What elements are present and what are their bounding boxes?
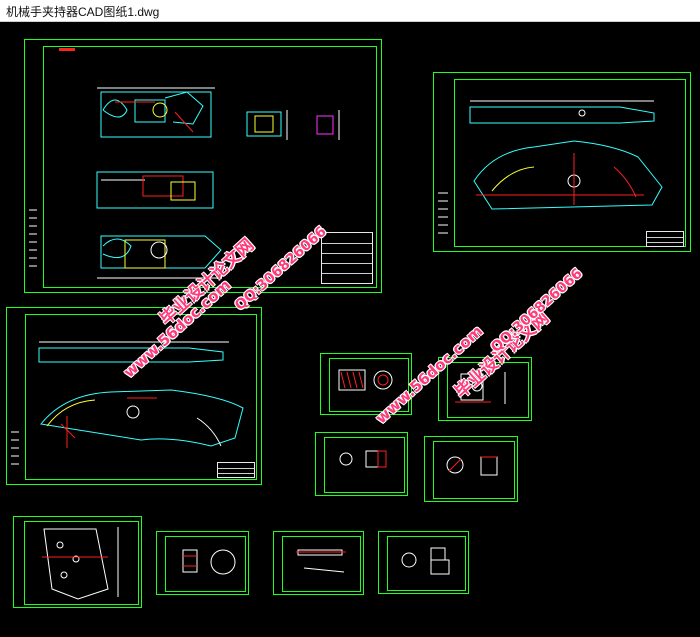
sheet-6-drawing xyxy=(339,450,387,468)
sheet-6-ring[interactable] xyxy=(315,432,408,496)
window-title: 机械手夹持器CAD图纸1.dwg xyxy=(6,5,160,19)
title-bar: 机械手夹持器CAD图纸1.dwg xyxy=(0,0,700,22)
sheet-1-assembly[interactable] xyxy=(24,39,382,293)
sheet-10-drawing xyxy=(296,549,346,573)
sheet-11-bushing[interactable] xyxy=(378,531,469,594)
sheet-11-drawing xyxy=(401,547,450,575)
sheet-8-drawing xyxy=(42,527,119,600)
sheet-9-disc[interactable] xyxy=(156,531,249,595)
watermark-qq-right: QQ:306826066 xyxy=(488,265,586,356)
sheet-7-ring-cut[interactable] xyxy=(424,436,518,502)
sheet-8-plate[interactable] xyxy=(13,516,142,608)
sheet-2-finger[interactable] xyxy=(433,72,691,252)
sheet-9-drawing xyxy=(182,549,236,575)
sheet-3-lever[interactable] xyxy=(6,307,262,485)
drawing-canvas[interactable]: www.56doc.com 毕业设计论文网 QQ:306826066 www.5… xyxy=(0,22,700,637)
sheet-7-drawing xyxy=(446,456,498,476)
sheet-10-pin[interactable] xyxy=(273,531,364,595)
sheet-2-drawing xyxy=(438,100,663,234)
sheet-1-drawing xyxy=(29,87,340,279)
sheet-3-drawing xyxy=(11,341,244,465)
